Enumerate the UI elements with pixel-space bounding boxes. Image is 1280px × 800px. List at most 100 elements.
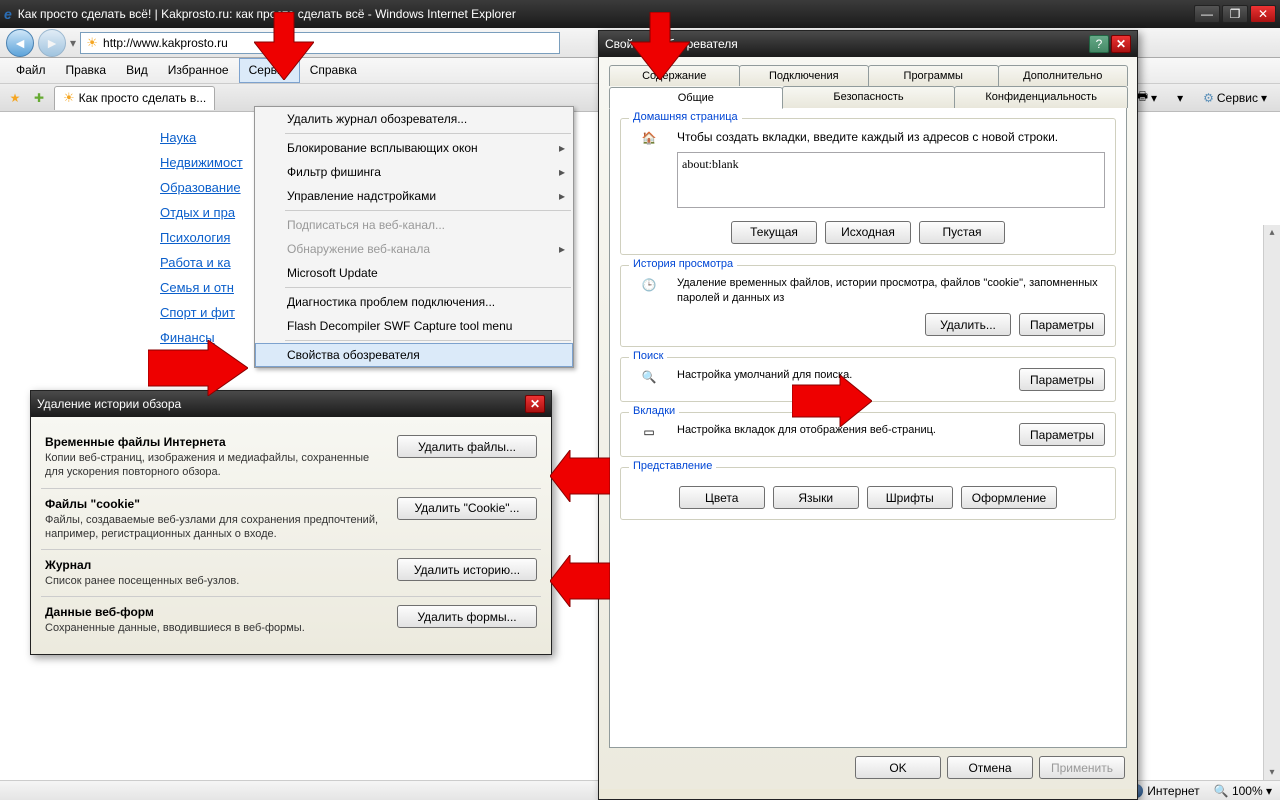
- dropdown-item: Обнаружение веб-канала: [255, 237, 573, 261]
- btn-colors[interactable]: Цвета: [679, 486, 765, 509]
- back-button[interactable]: ◄: [6, 29, 34, 57]
- btn-accessibility[interactable]: Оформление: [961, 486, 1057, 509]
- sidelink[interactable]: Наука: [160, 125, 243, 150]
- sidelink[interactable]: Недвижимост: [160, 150, 243, 175]
- menu-view[interactable]: Вид: [116, 58, 158, 83]
- dropdown-item[interactable]: Блокирование всплывающих окон: [255, 136, 573, 160]
- maximize-button[interactable]: ❐: [1222, 5, 1248, 23]
- dialog-close-button[interactable]: ✕: [525, 395, 545, 413]
- delete-history-button[interactable]: Удалить историю...: [397, 558, 537, 581]
- sidelink[interactable]: Отдых и пра: [160, 200, 243, 225]
- tab-general[interactable]: Общие: [609, 87, 783, 109]
- btn-default[interactable]: Исходная: [825, 221, 911, 244]
- group-legend: Поиск: [629, 350, 667, 362]
- ie-icon: e: [4, 6, 12, 22]
- address-url: http://www.kakprosto.ru: [103, 36, 228, 50]
- section-heading: Журнал: [45, 558, 385, 572]
- dropdown-item[interactable]: Фильтр фишинга: [255, 160, 573, 184]
- forward-button[interactable]: ►: [38, 29, 66, 57]
- add-favorite-icon[interactable]: ✚: [30, 89, 48, 107]
- sidelink[interactable]: Психология: [160, 225, 243, 250]
- page-sidebar: Наука Недвижимост Образование Отдых и пр…: [160, 125, 243, 350]
- tab-label: Как просто сделать в...: [79, 91, 207, 105]
- dialog-help-button[interactable]: ?: [1089, 35, 1109, 53]
- group-legend: Представление: [629, 460, 716, 472]
- menu-favorites[interactable]: Избранное: [158, 58, 239, 83]
- history-dropdown-icon[interactable]: ▾: [70, 36, 76, 50]
- tab-advanced[interactable]: Дополнительно: [998, 65, 1129, 86]
- tab-programs[interactable]: Программы: [868, 65, 999, 86]
- btn-search-settings[interactable]: Параметры: [1019, 368, 1105, 391]
- dropdown-item[interactable]: Свойства обозревателя: [255, 343, 573, 367]
- guide-arrow: [550, 555, 610, 607]
- section-desc: Копии веб-страниц, изображения и медиафа…: [45, 451, 385, 480]
- tabs-icon: ▭: [631, 423, 667, 439]
- section-heading: Временные файлы Интернета: [45, 435, 385, 449]
- section-desc: Список ранее посещенных веб-узлов.: [45, 574, 385, 588]
- section-heading: Данные веб-форм: [45, 605, 385, 619]
- btn-apply[interactable]: Применить: [1039, 756, 1125, 779]
- guide-arrow: [792, 375, 872, 427]
- dropdown-item[interactable]: Удалить журнал обозревателя...: [255, 107, 573, 131]
- btn-languages[interactable]: Языки: [773, 486, 859, 509]
- menu-file[interactable]: Файл: [6, 58, 56, 83]
- address-bar[interactable]: ☀ http://www.kakprosto.ru: [80, 32, 560, 54]
- btn-cancel[interactable]: Отмена: [947, 756, 1033, 779]
- tab-favicon: ☀: [63, 90, 75, 106]
- btn-current[interactable]: Текущая: [731, 221, 817, 244]
- dropdown-item[interactable]: Flash Decompiler SWF Capture tool menu: [255, 314, 573, 338]
- dialog-title: Удаление истории обзора: [37, 397, 525, 411]
- sidelink[interactable]: Образование: [160, 175, 243, 200]
- dialog-titlebar: Удаление истории обзора ✕: [31, 391, 551, 417]
- sidelink[interactable]: Работа и ка: [160, 250, 243, 275]
- delete-cookies-button[interactable]: Удалить "Cookie"...: [397, 497, 537, 520]
- status-zone: Интернет: [1147, 784, 1199, 798]
- browser-tab[interactable]: ☀ Как просто сделать в...: [54, 86, 215, 110]
- dropdown-item[interactable]: Управление надстройками: [255, 184, 573, 208]
- guide-arrow: [630, 12, 690, 80]
- guide-arrow: [148, 340, 248, 396]
- homepage-textarea[interactable]: [677, 152, 1105, 208]
- section-desc: Сохраненные данные, вводившиеся в веб-фо…: [45, 621, 385, 635]
- service-dropdown: Удалить журнал обозревателя... Блокирован…: [254, 106, 574, 368]
- section-heading: Файлы "cookie": [45, 497, 385, 511]
- gear-icon: ⚙: [1203, 91, 1214, 105]
- group-homepage: Домашняя страница 🏠 Чтобы создать вкладк…: [620, 118, 1116, 255]
- btn-fonts[interactable]: Шрифты: [867, 486, 953, 509]
- group-text: Чтобы создать вкладки, введите каждый из…: [677, 130, 1058, 144]
- page-scrollbar[interactable]: [1263, 225, 1280, 780]
- btn-history-settings[interactable]: Параметры: [1019, 313, 1105, 336]
- guide-arrow: [550, 450, 610, 502]
- group-history: История просмотра 🕒 Удаление временных ф…: [620, 265, 1116, 348]
- sidelink[interactable]: Семья и отн: [160, 275, 243, 300]
- print-icon: 🖶: [1137, 87, 1148, 108]
- tab-privacy[interactable]: Конфиденциальность: [954, 86, 1128, 108]
- dialog-close-button[interactable]: ✕: [1111, 35, 1131, 53]
- minimize-button[interactable]: —: [1194, 5, 1220, 23]
- btn-ok[interactable]: OK: [855, 756, 941, 779]
- zoom-level[interactable]: 🔍 100% ▾: [1214, 784, 1272, 798]
- dropdown-item: Подписаться на веб-канал...: [255, 213, 573, 237]
- tab-security[interactable]: Безопасность: [782, 86, 956, 108]
- btn-blank[interactable]: Пустая: [919, 221, 1005, 244]
- favorites-star-icon[interactable]: ★: [6, 89, 24, 107]
- search-icon: 🔍: [631, 368, 667, 384]
- page-button[interactable]: ▾: [1170, 88, 1190, 108]
- btn-delete-history[interactable]: Удалить...: [925, 313, 1011, 336]
- dropdown-item[interactable]: Диагностика проблем подключения...: [255, 290, 573, 314]
- section-desc: Файлы, создаваемые веб-узлами для сохран…: [45, 513, 385, 542]
- history-icon: 🕒: [631, 276, 667, 292]
- menu-edit[interactable]: Правка: [56, 58, 117, 83]
- sidelink[interactable]: Спорт и фит: [160, 300, 243, 325]
- btn-tabs-settings[interactable]: Параметры: [1019, 423, 1105, 446]
- delete-forms-button[interactable]: Удалить формы...: [397, 605, 537, 628]
- tabs-row-2: Общие Безопасность Конфиденциальность: [599, 86, 1137, 108]
- close-button[interactable]: ✕: [1250, 5, 1276, 23]
- tab-connections[interactable]: Подключения: [739, 65, 870, 86]
- dropdown-item[interactable]: Microsoft Update: [255, 261, 573, 285]
- group-legend: История просмотра: [629, 258, 737, 270]
- group-legend: Вкладки: [629, 405, 679, 417]
- delete-files-button[interactable]: Удалить файлы...: [397, 435, 537, 458]
- window-title: Как просто сделать всё! | Kakprosto.ru: …: [18, 7, 1194, 21]
- tools-button[interactable]: ⚙Сервис ▾: [1196, 88, 1274, 108]
